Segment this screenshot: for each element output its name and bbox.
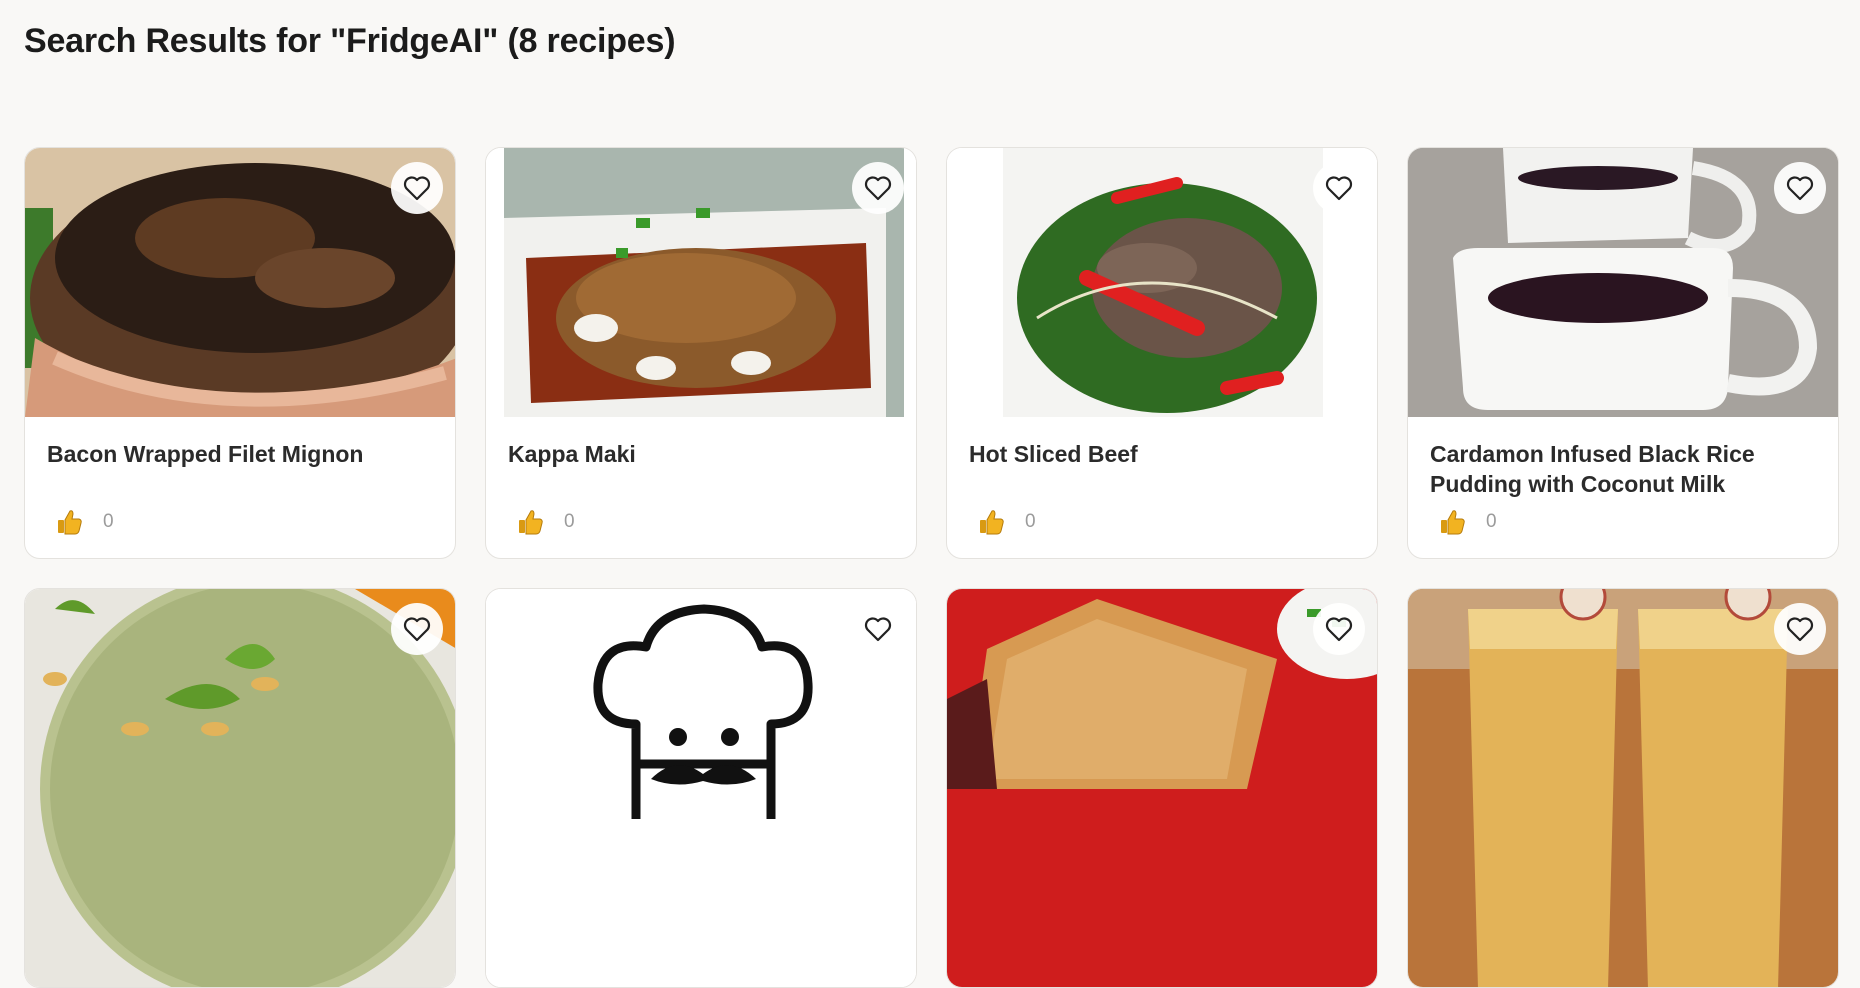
favorite-button[interactable] [852, 603, 904, 655]
favorite-button[interactable] [1774, 603, 1826, 655]
favorite-button[interactable] [391, 603, 443, 655]
like-bar: 0 [977, 508, 1036, 536]
recipe-image[interactable] [486, 148, 916, 417]
recipe-card[interactable]: Hot Sliced Beef 0 [946, 147, 1378, 559]
like-bar: 0 [516, 508, 575, 536]
page-title: Search Results for "FridgeAI" (8 recipes… [24, 22, 676, 60]
heart-outline-icon [864, 616, 892, 642]
heart-outline-icon [1325, 616, 1353, 642]
like-count: 0 [1486, 511, 1497, 532]
recipe-title[interactable]: Hot Sliced Beef [969, 439, 1355, 499]
heart-outline-icon [1786, 175, 1814, 201]
recipe-image[interactable] [1408, 148, 1838, 417]
thumbs-up-icon[interactable] [55, 508, 83, 536]
recipe-grid: Bacon Wrapped Filet Mignon 0 Kappa Maki … [24, 147, 1839, 559]
recipe-card[interactable] [485, 588, 917, 988]
thumbs-up-icon[interactable] [977, 508, 1005, 536]
favorite-button[interactable] [1774, 162, 1826, 214]
recipe-card[interactable]: Bacon Wrapped Filet Mignon 0 [24, 147, 456, 559]
recipe-card[interactable] [1407, 588, 1839, 988]
like-count: 0 [103, 511, 114, 532]
recipe-title[interactable]: Bacon Wrapped Filet Mignon [47, 439, 433, 499]
thumbs-up-icon[interactable] [516, 508, 544, 536]
recipe-image[interactable] [947, 589, 1377, 987]
recipe-title[interactable]: Kappa Maki [508, 439, 894, 499]
recipe-image[interactable] [25, 589, 455, 987]
heart-outline-icon [1786, 616, 1814, 642]
recipe-card[interactable]: Kappa Maki 0 [485, 147, 917, 559]
recipe-image[interactable] [486, 589, 916, 987]
like-bar: 0 [1438, 508, 1497, 536]
favorite-button[interactable] [1313, 162, 1365, 214]
favorite-button[interactable] [391, 162, 443, 214]
favorite-button[interactable] [1313, 603, 1365, 655]
heart-outline-icon [403, 175, 431, 201]
heart-outline-icon [1325, 175, 1353, 201]
recipe-image[interactable] [25, 148, 455, 417]
recipe-image[interactable] [1408, 589, 1838, 987]
favorite-button[interactable] [852, 162, 904, 214]
recipe-card[interactable] [24, 588, 456, 988]
heart-outline-icon [864, 175, 892, 201]
chef-icon [486, 589, 916, 987]
search-results-page: Search Results for "FridgeAI" (8 recipes… [0, 0, 1860, 988]
like-count: 0 [564, 511, 575, 532]
recipe-card[interactable]: Cardamon Infused Black Rice Pudding with… [1407, 147, 1839, 559]
heart-outline-icon [403, 616, 431, 642]
recipe-card[interactable] [946, 588, 1378, 988]
recipe-image[interactable] [947, 148, 1377, 417]
like-bar: 0 [55, 508, 114, 536]
thumbs-up-icon[interactable] [1438, 508, 1466, 536]
recipe-title[interactable]: Cardamon Infused Black Rice Pudding with… [1430, 439, 1816, 499]
recipe-grid-row-2 [24, 588, 1839, 988]
like-count: 0 [1025, 511, 1036, 532]
